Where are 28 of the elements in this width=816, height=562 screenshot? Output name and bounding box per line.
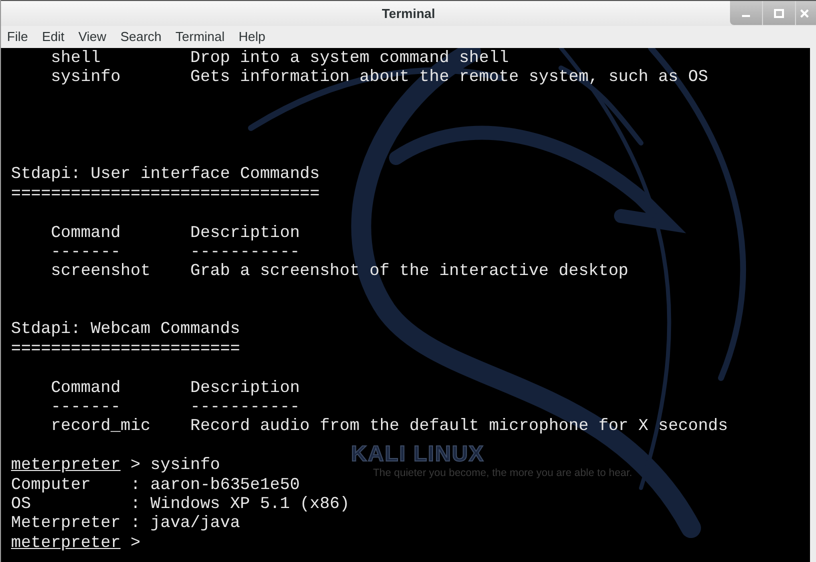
terminal-line: ======================= (11, 338, 240, 358)
terminal-line: Computer : aaron-b635e1e50 (11, 474, 300, 494)
terminal-line: Stdapi: User interface Commands (11, 164, 320, 184)
terminal-line: Command Description (50, 222, 300, 242)
terminal-line: ------- ----------- (50, 242, 300, 262)
terminal-line: sysinfo Gets information about the remote system, such as OS (50, 67, 708, 87)
wallpaper-tagline: The quieter you become, the more you are able to hear. (373, 466, 632, 481)
maximize-icon (774, 8, 784, 18)
terminal-line: record_mic Record audio from the default microphone for X seconds (50, 416, 728, 436)
prompt-line: meterpreter > (11, 532, 140, 552)
menu-item[interactable]: Help (238, 27, 266, 47)
menu-item[interactable]: Edit (42, 27, 64, 47)
terminal-line: screenshot Grab a screenshot of the interactive desktop (50, 261, 628, 281)
close-icon (800, 8, 809, 18)
wallpaper-logo: KALI LINUX (351, 443, 484, 465)
terminal-line: OS : Windows XP 5.1 (x86) (11, 494, 350, 514)
terminal-line: =============================== (11, 184, 320, 204)
terminal-line: Command Description (50, 378, 300, 398)
menu-item[interactable]: Terminal (176, 27, 225, 47)
terminal-line: shell Drop into a system command shell (50, 48, 509, 68)
menu-item[interactable]: File (7, 27, 28, 47)
window-title: Terminal (382, 4, 436, 23)
terminal-line: Meterpreter : java/java (11, 513, 240, 533)
prompt-line: meterpreter > sysinfo (11, 455, 220, 475)
terminal-line: Stdapi: Webcam Commands (11, 319, 240, 339)
menu-item[interactable]: View (78, 27, 106, 47)
menu-item[interactable]: Search (120, 27, 162, 47)
terminal-line: ------- ----------- (50, 397, 300, 416)
